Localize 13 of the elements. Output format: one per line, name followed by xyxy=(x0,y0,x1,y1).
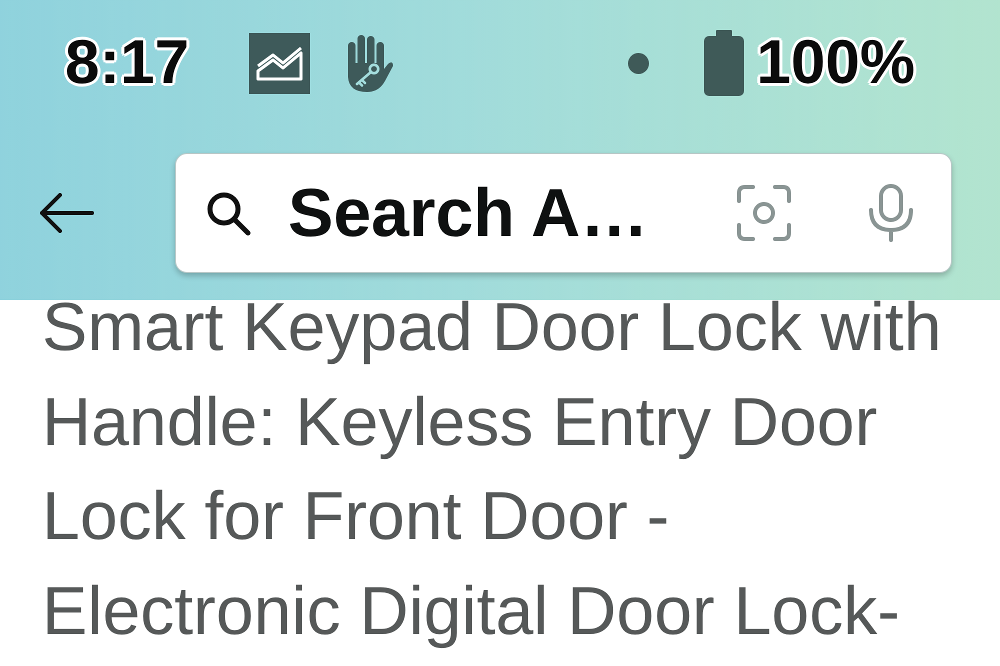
back-arrow-icon[interactable] xyxy=(38,193,94,233)
chart-icon xyxy=(249,32,310,94)
search-icon xyxy=(205,190,251,236)
scan-icon[interactable] xyxy=(737,185,791,241)
product-title: Smart Keypad Door Lock with Handle: Keyless Entry Door Lock for Front Door - Electronic Digital Door Lock- xyxy=(41,288,943,652)
battery-icon xyxy=(704,30,744,96)
dot-icon xyxy=(628,52,650,74)
search-input[interactable]: Search A… xyxy=(288,174,713,252)
hand-key-icon xyxy=(345,33,394,93)
search-field[interactable]: Search A… xyxy=(175,153,952,273)
status-time: 8:17 xyxy=(65,32,190,94)
microphone-icon[interactable] xyxy=(867,184,915,242)
battery-percent: 100% xyxy=(756,32,915,94)
